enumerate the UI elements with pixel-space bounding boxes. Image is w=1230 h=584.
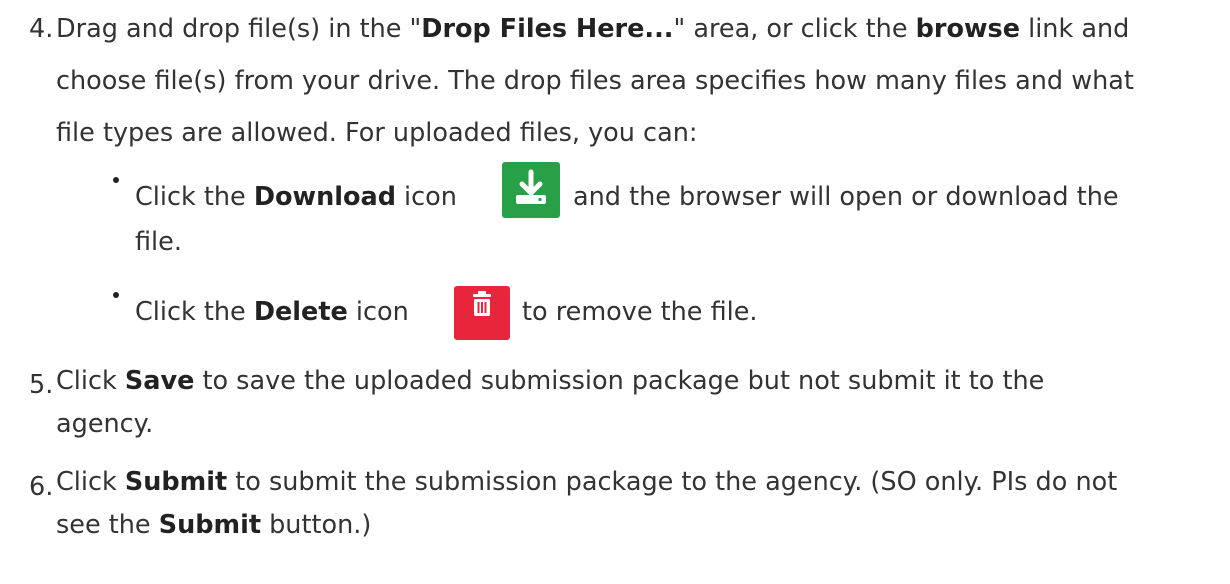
step-4-line-2: choose file(s) from your drive. The drop… (56, 66, 1134, 96)
text: link and (1020, 14, 1130, 44)
bold-text: Drop Files Here... (421, 14, 674, 44)
trash-icon (454, 286, 510, 340)
bullet-download-line-2: file. (135, 227, 182, 257)
bullet-download-line-1: Click the Download icon (135, 182, 457, 212)
step-5-line-1: Click Save to save the uploaded submissi… (56, 366, 1044, 396)
bold-text: Save (124, 366, 195, 396)
bullet-dot (113, 292, 119, 298)
text: to submit the submission package to the … (227, 467, 1118, 497)
step-4-line-1: Drag and drop file(s) in the "Drop Files… (56, 14, 1129, 44)
bullet-dot (113, 177, 119, 183)
step-number: 4. (29, 14, 54, 44)
bullet-delete-line-1: Click the Delete icon (135, 297, 409, 327)
step-6-line-1: Click Submit to submit the submission pa… (56, 467, 1117, 497)
text: Click the (135, 182, 254, 212)
bold-text: Delete (253, 297, 348, 327)
bold-text: Submit (124, 467, 228, 497)
text: Click (56, 467, 125, 497)
text: see the (56, 510, 159, 540)
text: Click (56, 366, 125, 396)
text: icon (395, 182, 457, 212)
bold-text: browse (915, 14, 1021, 44)
step-6-line-2: see the Submit button.) (56, 510, 371, 540)
step-number: 6. (29, 472, 54, 502)
text: icon (347, 297, 409, 327)
bullet-download-line-1b: and the browser will open or download th… (573, 182, 1119, 212)
text: " area, or click the (673, 14, 916, 44)
bold-text: Download (253, 182, 396, 212)
step-5-line-2: agency. (56, 409, 154, 439)
bullet-delete-line-1b: to remove the file. (522, 297, 758, 327)
text: button.) (261, 510, 372, 540)
text: Drag and drop file(s) in the " (56, 14, 422, 44)
step-number: 5. (29, 370, 54, 400)
bold-text: Submit (158, 510, 262, 540)
text: to save the uploaded submission package … (194, 366, 1045, 396)
text: Click the (135, 297, 254, 327)
download-icon (502, 162, 560, 218)
step-4-line-3: file types are allowed. For uploaded fil… (56, 118, 698, 148)
